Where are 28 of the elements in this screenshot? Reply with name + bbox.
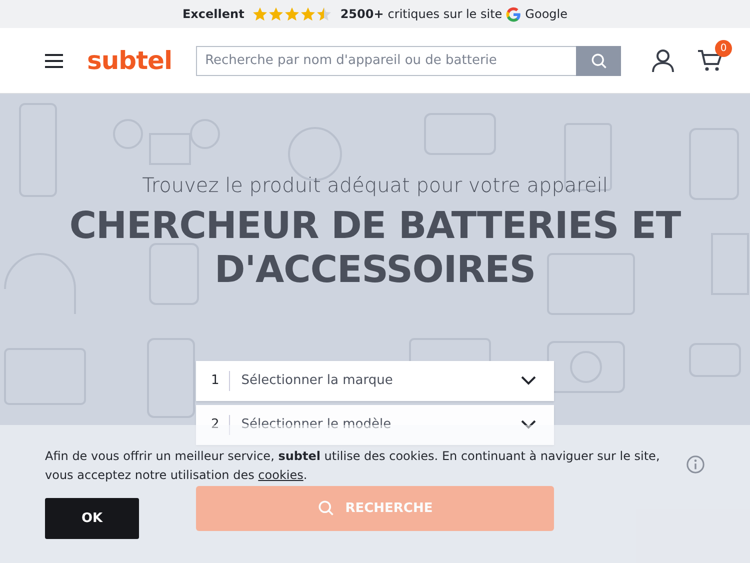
- star-icon: [316, 6, 332, 22]
- info-icon[interactable]: [686, 455, 705, 474]
- rating-label: Excellent: [182, 6, 244, 23]
- review-count: 2500+: [340, 6, 384, 23]
- search-icon: [590, 52, 608, 70]
- step-select[interactable]: 1 Sélectionner la marque: [196, 360, 554, 401]
- menu-icon[interactable]: [45, 54, 63, 68]
- hero-subtitle: Trouvez le produit adéquat pour votre appareil: [141, 172, 609, 199]
- cookies-link[interactable]: cookies: [258, 468, 304, 482]
- cart-icon[interactable]: [698, 50, 722, 72]
- search-icon: [317, 499, 336, 518]
- star-icon: [252, 6, 268, 22]
- cart-count-badge: 0: [715, 40, 732, 56]
- ok-button[interactable]: OK: [45, 498, 139, 540]
- google-logo-icon: [506, 6, 522, 22]
- star-icon: [300, 6, 316, 22]
- provider-name: Google: [525, 6, 568, 23]
- user-icon[interactable]: [652, 48, 674, 72]
- review-text: critiques sur le site: [388, 6, 502, 23]
- chevron-down-icon: [521, 420, 536, 430]
- hero-title: CHERCHEUR DE BATTERIES ET D'ACCESSOIRES: [68, 204, 682, 293]
- star-icon: [284, 6, 300, 22]
- cookie-message: Afin de vous offrir un meilleur service, subtel utilise des cookies. En continuant à naviguer sur le site, vous acceptez notre utilisation des cookies.: [45, 448, 661, 484]
- star-icon: [268, 6, 284, 22]
- search-button[interactable]: [576, 46, 622, 76]
- search-field[interactable]: Recherche par nom d'appareil ou de batterie: [196, 46, 576, 76]
- step-select[interactable]: 2 Sélectionner le modèle: [196, 404, 554, 445]
- chevron-down-icon: [521, 376, 536, 386]
